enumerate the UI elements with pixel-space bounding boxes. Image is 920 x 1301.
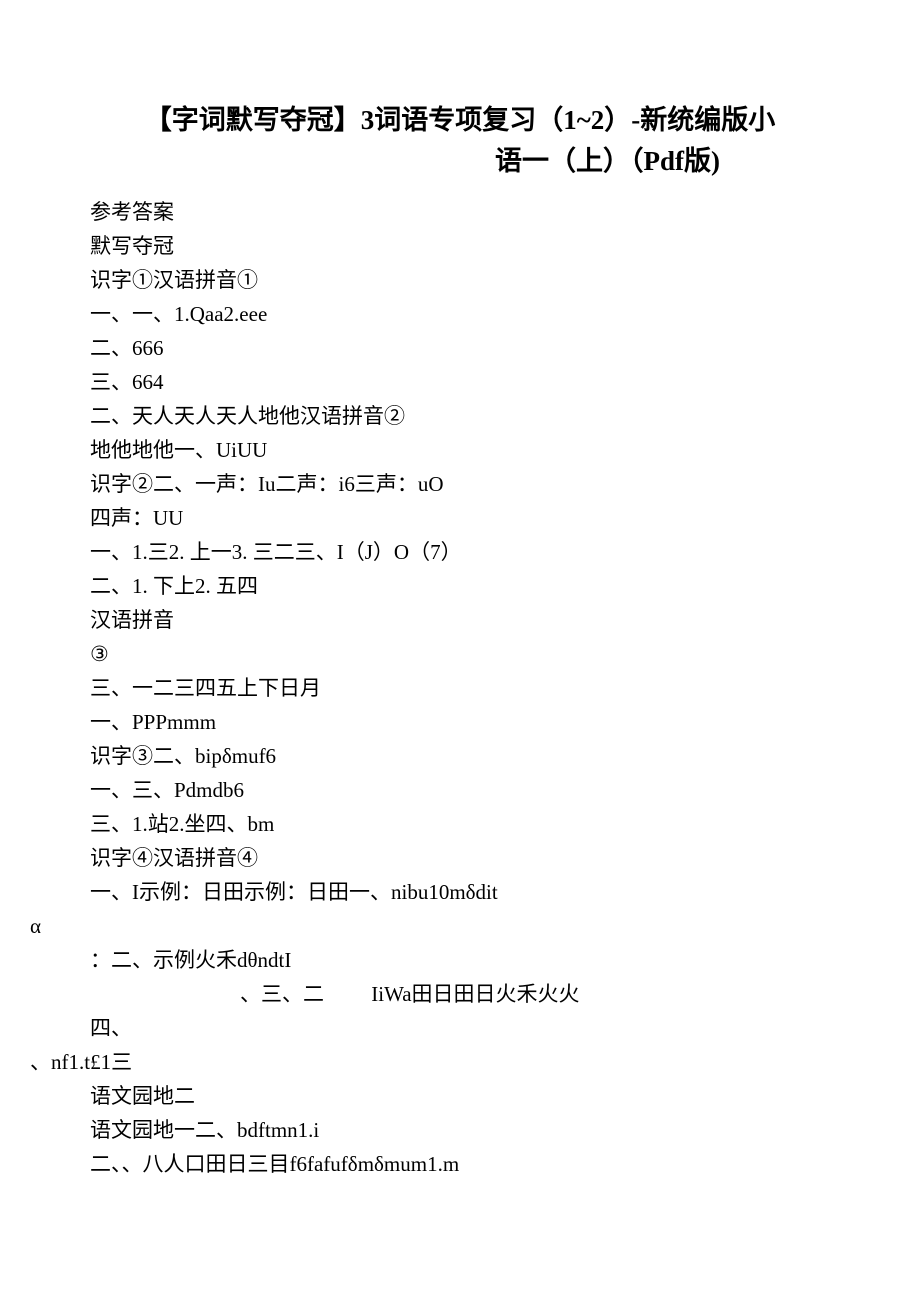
body-line: 识字②二、一声：Iu二声：i6三声：uO — [90, 467, 830, 501]
body-line: 一、I示例：日田示例：日田一、nibu10mδdit — [90, 875, 830, 909]
document-page: 【字词默写夺冠】3词语专项复习（1~2）-新统编版小 语一（上）（Pdf版) 参… — [0, 0, 920, 1241]
body-line: ③ — [90, 637, 830, 671]
body-line: 识字①汉语拼音① — [90, 263, 830, 297]
body-line: 一、1.三2. 上一3. 三二三、I（J）O（7） — [90, 535, 830, 569]
body-line: 、nf1.t£1三 — [30, 1045, 830, 1079]
body-line: 一、一、1.Qaa2.eee — [90, 297, 830, 331]
body-line: 识字③二、bipδmuf6 — [90, 739, 830, 773]
body-line: 四、 — [90, 1011, 830, 1045]
body-line: 三、1.站2.坐四、bm — [90, 807, 830, 841]
body-line: 一、三、Pdmdb6 — [90, 773, 830, 807]
body-line: 地他地他一、UiUU — [90, 433, 830, 467]
body-line: 参考答案 — [90, 195, 830, 229]
title-line-1: 【字词默写夺冠】3词语专项复习（1~2）-新统编版小 — [90, 100, 830, 141]
document-title: 【字词默写夺冠】3词语专项复习（1~2）-新统编版小 语一（上）（Pdf版) — [90, 100, 830, 181]
title-line-2: 语一（上）（Pdf版) — [90, 141, 830, 182]
body-line: ：二、示例火禾dθndtI — [90, 943, 830, 977]
body-line: 二、天人天人天人地他汉语拼音② — [90, 399, 830, 433]
body-line: 三、一二三四五上下日月 — [90, 671, 830, 705]
body-line: 四声：UU — [90, 501, 830, 535]
body-line: 语文园地一二、bdftmn1.i — [90, 1113, 830, 1147]
body-line: 默写夺冠 — [90, 229, 830, 263]
document-body: 参考答案默写夺冠识字①汉语拼音①一、一、1.Qaa2.eee二、666三、664… — [90, 195, 830, 1181]
body-line: 二、1. 下上2. 五四 — [90, 569, 830, 603]
body-line: 、三、二 IiWa田日田日火禾火火 — [90, 977, 830, 1011]
body-line: 语文园地二 — [90, 1079, 830, 1113]
body-line: α — [30, 909, 830, 943]
body-line: 二、666 — [90, 331, 830, 365]
body-line: 一、PPPmmm — [90, 705, 830, 739]
body-line: 汉语拼音 — [90, 603, 830, 637]
body-line: 二、、八人口田日三目f6fafufδmδmum1.m — [90, 1147, 830, 1181]
body-line: 三、664 — [90, 365, 830, 399]
body-line: 识字④汉语拼音④ — [90, 841, 830, 875]
